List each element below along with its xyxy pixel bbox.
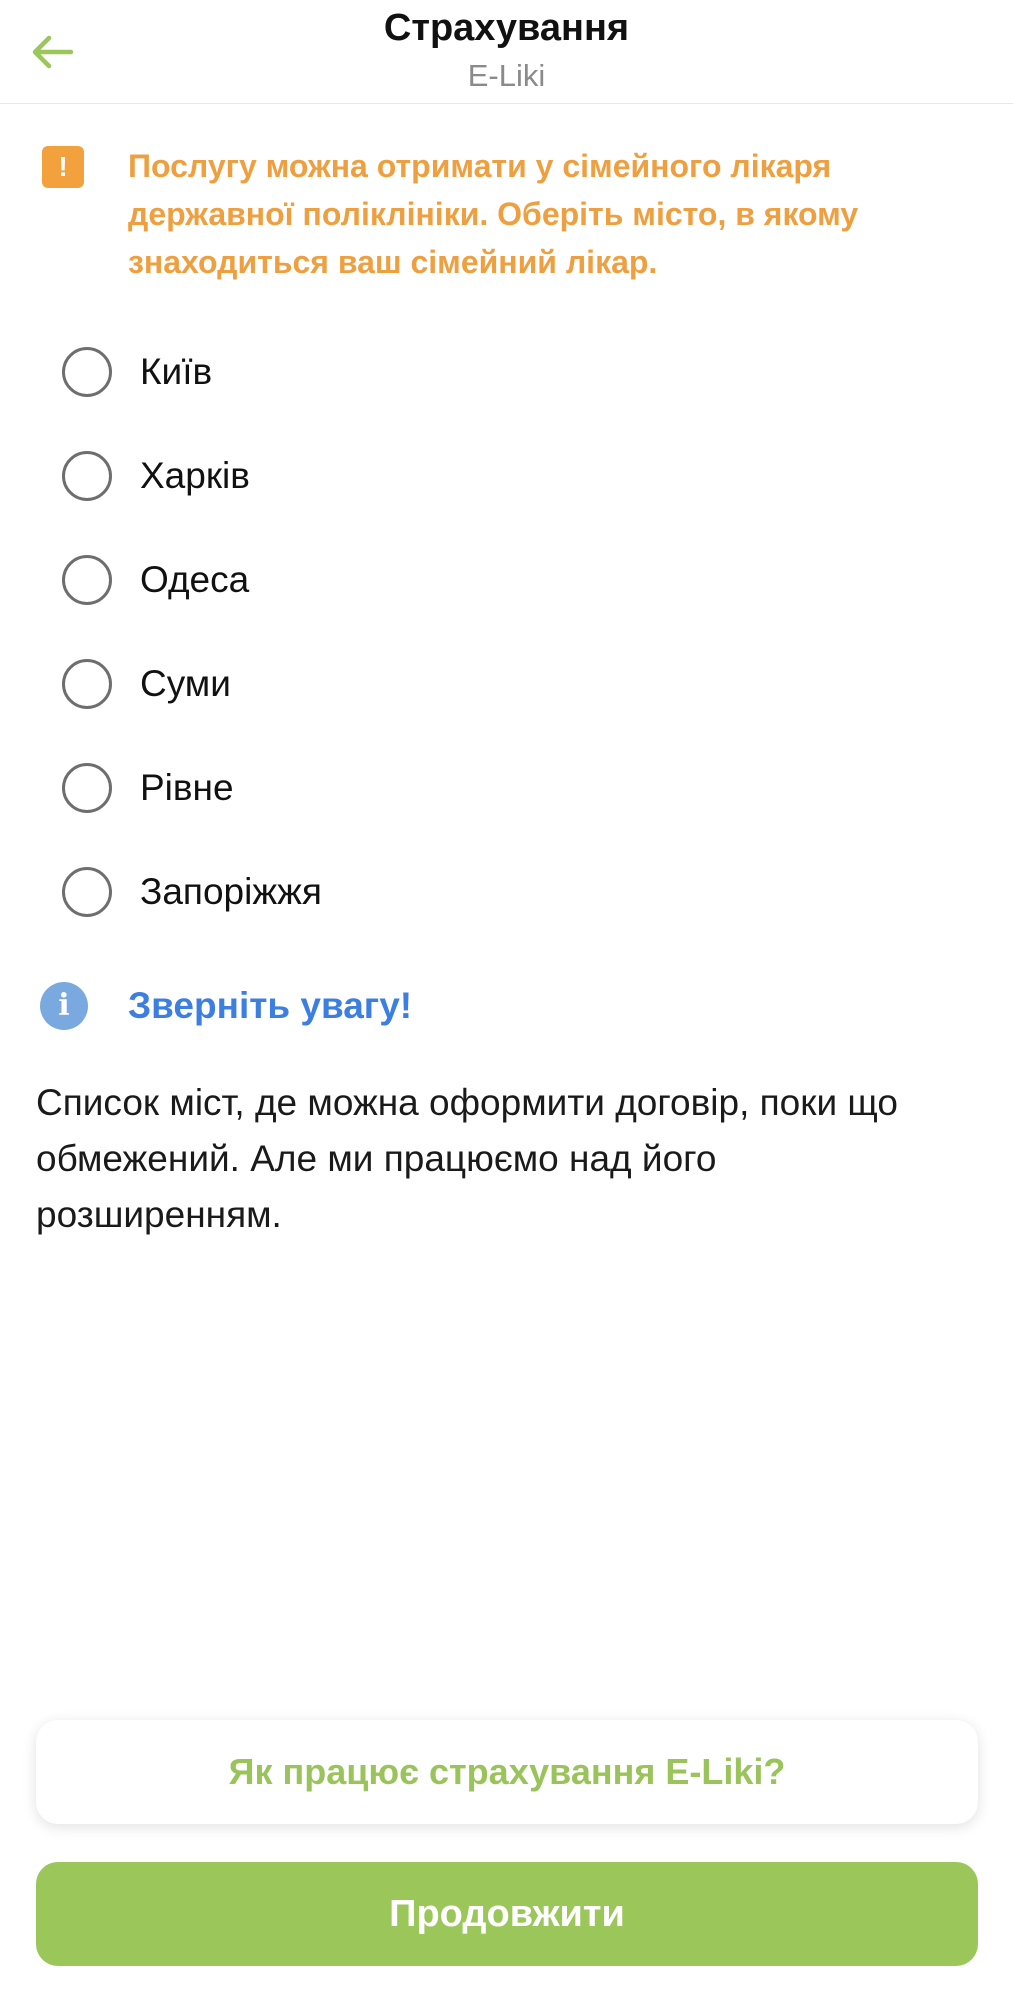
info-icon: i bbox=[40, 982, 88, 1030]
city-option-kharkiv[interactable]: Харків bbox=[62, 424, 962, 528]
radio-button[interactable] bbox=[62, 555, 112, 605]
continue-button[interactable]: Продовжити bbox=[36, 1862, 978, 1966]
warning-text: Послугу можна отримати у сімейного лікар… bbox=[128, 148, 859, 280]
city-label: Одеса bbox=[140, 559, 250, 600]
radio-button[interactable] bbox=[62, 347, 112, 397]
city-option-odesa[interactable]: Одеса bbox=[62, 528, 962, 632]
info-title: Зверніть увагу! bbox=[128, 985, 413, 1026]
city-label: Рівне bbox=[140, 767, 234, 808]
city-label: Запоріжжя bbox=[140, 871, 322, 912]
page-title: Страхування bbox=[383, 7, 630, 49]
city-option-sumy[interactable]: Суми bbox=[62, 632, 962, 736]
city-label: Київ bbox=[140, 351, 213, 392]
exclamation-icon: ! bbox=[42, 146, 84, 188]
info-text: Список міст, де можна оформити договір, … bbox=[36, 1082, 899, 1235]
info-notice: i Зверніть увагу! bbox=[40, 980, 980, 1036]
city-option-rivne[interactable]: Рівне bbox=[62, 736, 962, 840]
radio-button[interactable] bbox=[62, 451, 112, 501]
page-subtitle: E-Liki bbox=[467, 58, 546, 93]
radio-button[interactable] bbox=[62, 867, 112, 917]
radio-button[interactable] bbox=[62, 659, 112, 709]
city-label: Харків bbox=[140, 455, 250, 496]
city-option-zaporizhzhia[interactable]: Запоріжжя bbox=[62, 840, 962, 944]
city-label: Суми bbox=[140, 663, 231, 704]
how-it-works-button[interactable]: Як працює страхування E-Liki? bbox=[36, 1720, 978, 1824]
radio-button[interactable] bbox=[62, 763, 112, 813]
app-header: Страхування E-Liki bbox=[0, 0, 1013, 104]
city-option-kyiv[interactable]: Київ bbox=[62, 320, 962, 424]
city-radio-list: Київ Харків Одеса Суми Рівне Запоріжжя bbox=[62, 320, 962, 944]
